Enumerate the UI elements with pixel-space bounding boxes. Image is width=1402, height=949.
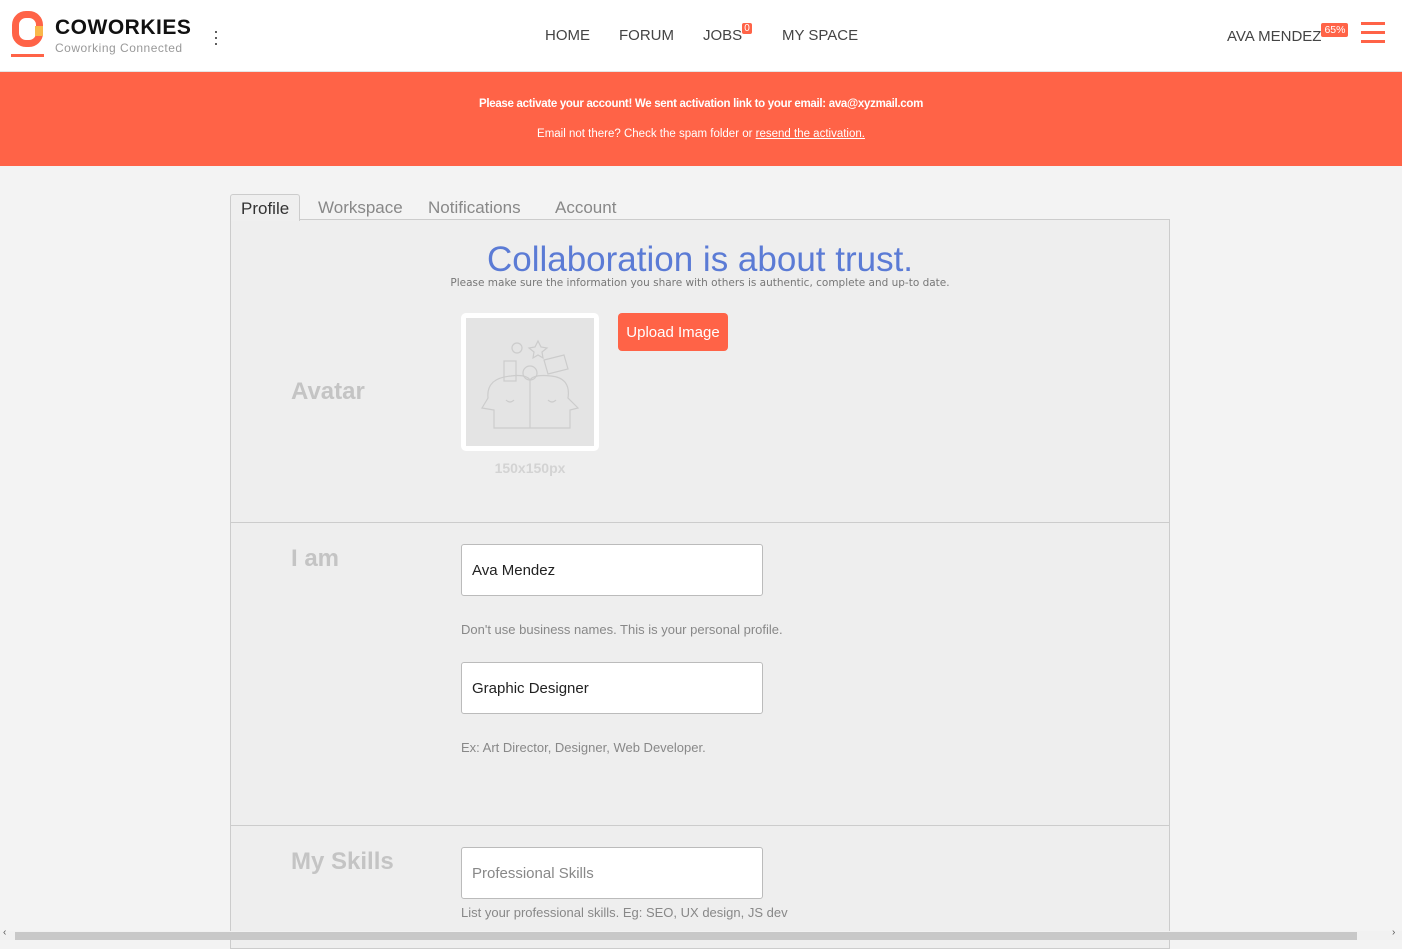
full-name-input[interactable] [461,544,763,596]
profile-completion-badge: 65% [1321,23,1349,37]
my-skills-label: My Skills [291,848,394,875]
horizontal-scrollbar[interactable]: ‹ › [0,927,1402,940]
brand-tagline: Coworking Connected [55,41,183,55]
upload-image-button[interactable]: Upload Image [618,313,728,351]
tab-workspace[interactable]: Workspace [308,194,413,222]
avatar-label: Avatar [291,378,365,405]
tab-notifications[interactable]: Notifications [418,194,531,222]
user-menu[interactable]: AVA MENDEZ 65% [1227,23,1349,45]
job-title-input[interactable] [461,662,763,714]
nav-home[interactable]: HOME [545,27,590,44]
activation-alert: Please activate your account! We sent ac… [0,72,1402,166]
professional-skills-input[interactable] [461,847,763,899]
avatar-illustration-icon [481,339,580,429]
spam-message: Email not there? Check the spam folder o… [0,128,1402,140]
page-subline: Please make sure the information you sha… [450,277,950,289]
avatar-placeholder[interactable] [461,313,599,451]
full-name-hint: Don't use business names. This is your p… [461,622,783,637]
hamburger-menu-icon[interactable] [1361,22,1385,49]
avatar-size-hint: 150x150px [494,460,566,476]
job-title-hint: Ex: Art Director, Designer, Web Develope… [461,740,706,755]
scroll-left-icon[interactable]: ‹ [3,927,6,938]
logo-icon[interactable] [12,11,43,47]
nav-my-space[interactable]: MY SPACE [782,27,858,44]
resend-activation-link[interactable]: resend the activation. [756,128,865,140]
activation-message: Please activate your account! We sent ac… [478,98,924,110]
tab-profile[interactable]: Profile [230,194,301,221]
user-name: AVA MENDEZ [1227,28,1322,45]
brand-name[interactable]: COWORKIES [55,16,191,40]
skills-hint: List your professional skills. Eg: SEO, … [461,905,788,920]
scrollbar-thumb[interactable] [15,932,1357,940]
spam-text: Email not there? Check the spam folder o… [537,128,756,140]
scroll-right-icon[interactable]: › [1392,927,1395,938]
tab-account[interactable]: Account [545,194,626,222]
section-divider [231,522,1169,523]
nav-jobs-label: JOBS [703,27,743,44]
section-divider [231,825,1169,826]
nav-jobs[interactable]: JOBS 0 [703,23,752,44]
jobs-count-badge: 0 [742,23,752,34]
page-headline: Collaboration is about trust. [486,240,914,279]
i-am-label: I am [291,545,340,572]
nav-forum[interactable]: FORUM [619,27,674,44]
profile-panel: Collaboration is about trust. Please mak… [230,219,1170,949]
more-options-icon[interactable]: · · · [210,22,222,52]
top-navbar: COWORKIES Coworking Connected · · · HOME F… [0,0,1402,72]
logo-underline [11,54,44,57]
